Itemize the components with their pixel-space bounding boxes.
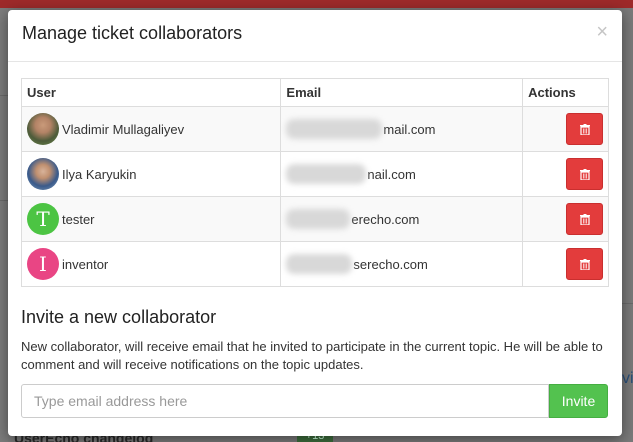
table-row: T tester erecho.com xyxy=(20,196,609,242)
table-row: Vladimir Mullagaliyev mail.com xyxy=(20,106,609,152)
email-input[interactable] xyxy=(21,384,549,418)
delete-button[interactable] xyxy=(566,113,603,145)
user-name: Ilya Karyukin xyxy=(62,166,137,182)
user-cell: I inventor xyxy=(27,248,275,280)
trash-icon xyxy=(580,214,590,225)
background-divider xyxy=(0,200,8,201)
user-cell: Vladimir Mullagaliyev xyxy=(27,113,275,145)
invite-button[interactable]: Invite xyxy=(549,384,608,418)
avatar xyxy=(27,158,59,190)
user-name: inventor xyxy=(62,256,109,272)
header-user: User xyxy=(20,78,282,107)
header-email: Email xyxy=(280,78,524,107)
email-cell: nail.com xyxy=(286,164,517,184)
user-cell: T tester xyxy=(27,203,275,235)
avatar xyxy=(27,113,59,145)
delete-button[interactable] xyxy=(566,203,603,235)
email-suffix: nail.com xyxy=(367,166,416,182)
email-cell: mail.com xyxy=(286,119,517,139)
avatar: I xyxy=(27,248,59,280)
close-icon[interactable]: × xyxy=(596,22,608,42)
background-divider xyxy=(622,303,633,304)
email-suffix: serecho.com xyxy=(353,256,428,272)
email-cell: serecho.com xyxy=(286,254,517,274)
background-edge-text: vi xyxy=(622,370,633,387)
invite-description: New collaborator, will receive email tha… xyxy=(21,339,603,372)
invite-form: Invite xyxy=(21,384,610,418)
email-redacted xyxy=(286,164,367,184)
delete-button[interactable] xyxy=(566,158,603,190)
email-suffix: mail.com xyxy=(383,121,436,137)
table-header-row: User Email Actions xyxy=(20,78,609,107)
collaborators-modal: Manage ticket collaborators × User Email… xyxy=(8,10,622,436)
trash-icon xyxy=(580,259,590,270)
user-cell: Ilya Karyukin xyxy=(27,158,275,190)
invite-section-title: Invite a new collaborator xyxy=(21,307,217,327)
background-left-panel xyxy=(0,8,8,442)
collaborators-table: User Email Actions Vladimir Mullagaliyev… xyxy=(20,78,609,287)
background-divider xyxy=(0,95,8,96)
modal-header: Manage ticket collaborators × xyxy=(8,10,622,62)
email-redacted xyxy=(286,119,383,139)
email-suffix: erecho.com xyxy=(351,211,420,227)
header-actions: Actions xyxy=(522,78,609,107)
table-row: I inventor serecho.com xyxy=(20,241,609,287)
delete-button[interactable] xyxy=(566,248,603,280)
modal-title: Manage ticket collaborators xyxy=(22,23,243,43)
background-topbar xyxy=(0,0,633,8)
email-redacted xyxy=(286,209,351,229)
user-name: tester xyxy=(62,211,95,227)
trash-icon xyxy=(580,124,590,135)
user-name: Vladimir Mullagaliyev xyxy=(62,121,185,137)
email-cell: erecho.com xyxy=(286,209,517,229)
email-redacted xyxy=(286,254,353,274)
table-row: Ilya Karyukin nail.com xyxy=(20,151,609,197)
avatar: T xyxy=(27,203,59,235)
trash-icon xyxy=(580,169,590,180)
